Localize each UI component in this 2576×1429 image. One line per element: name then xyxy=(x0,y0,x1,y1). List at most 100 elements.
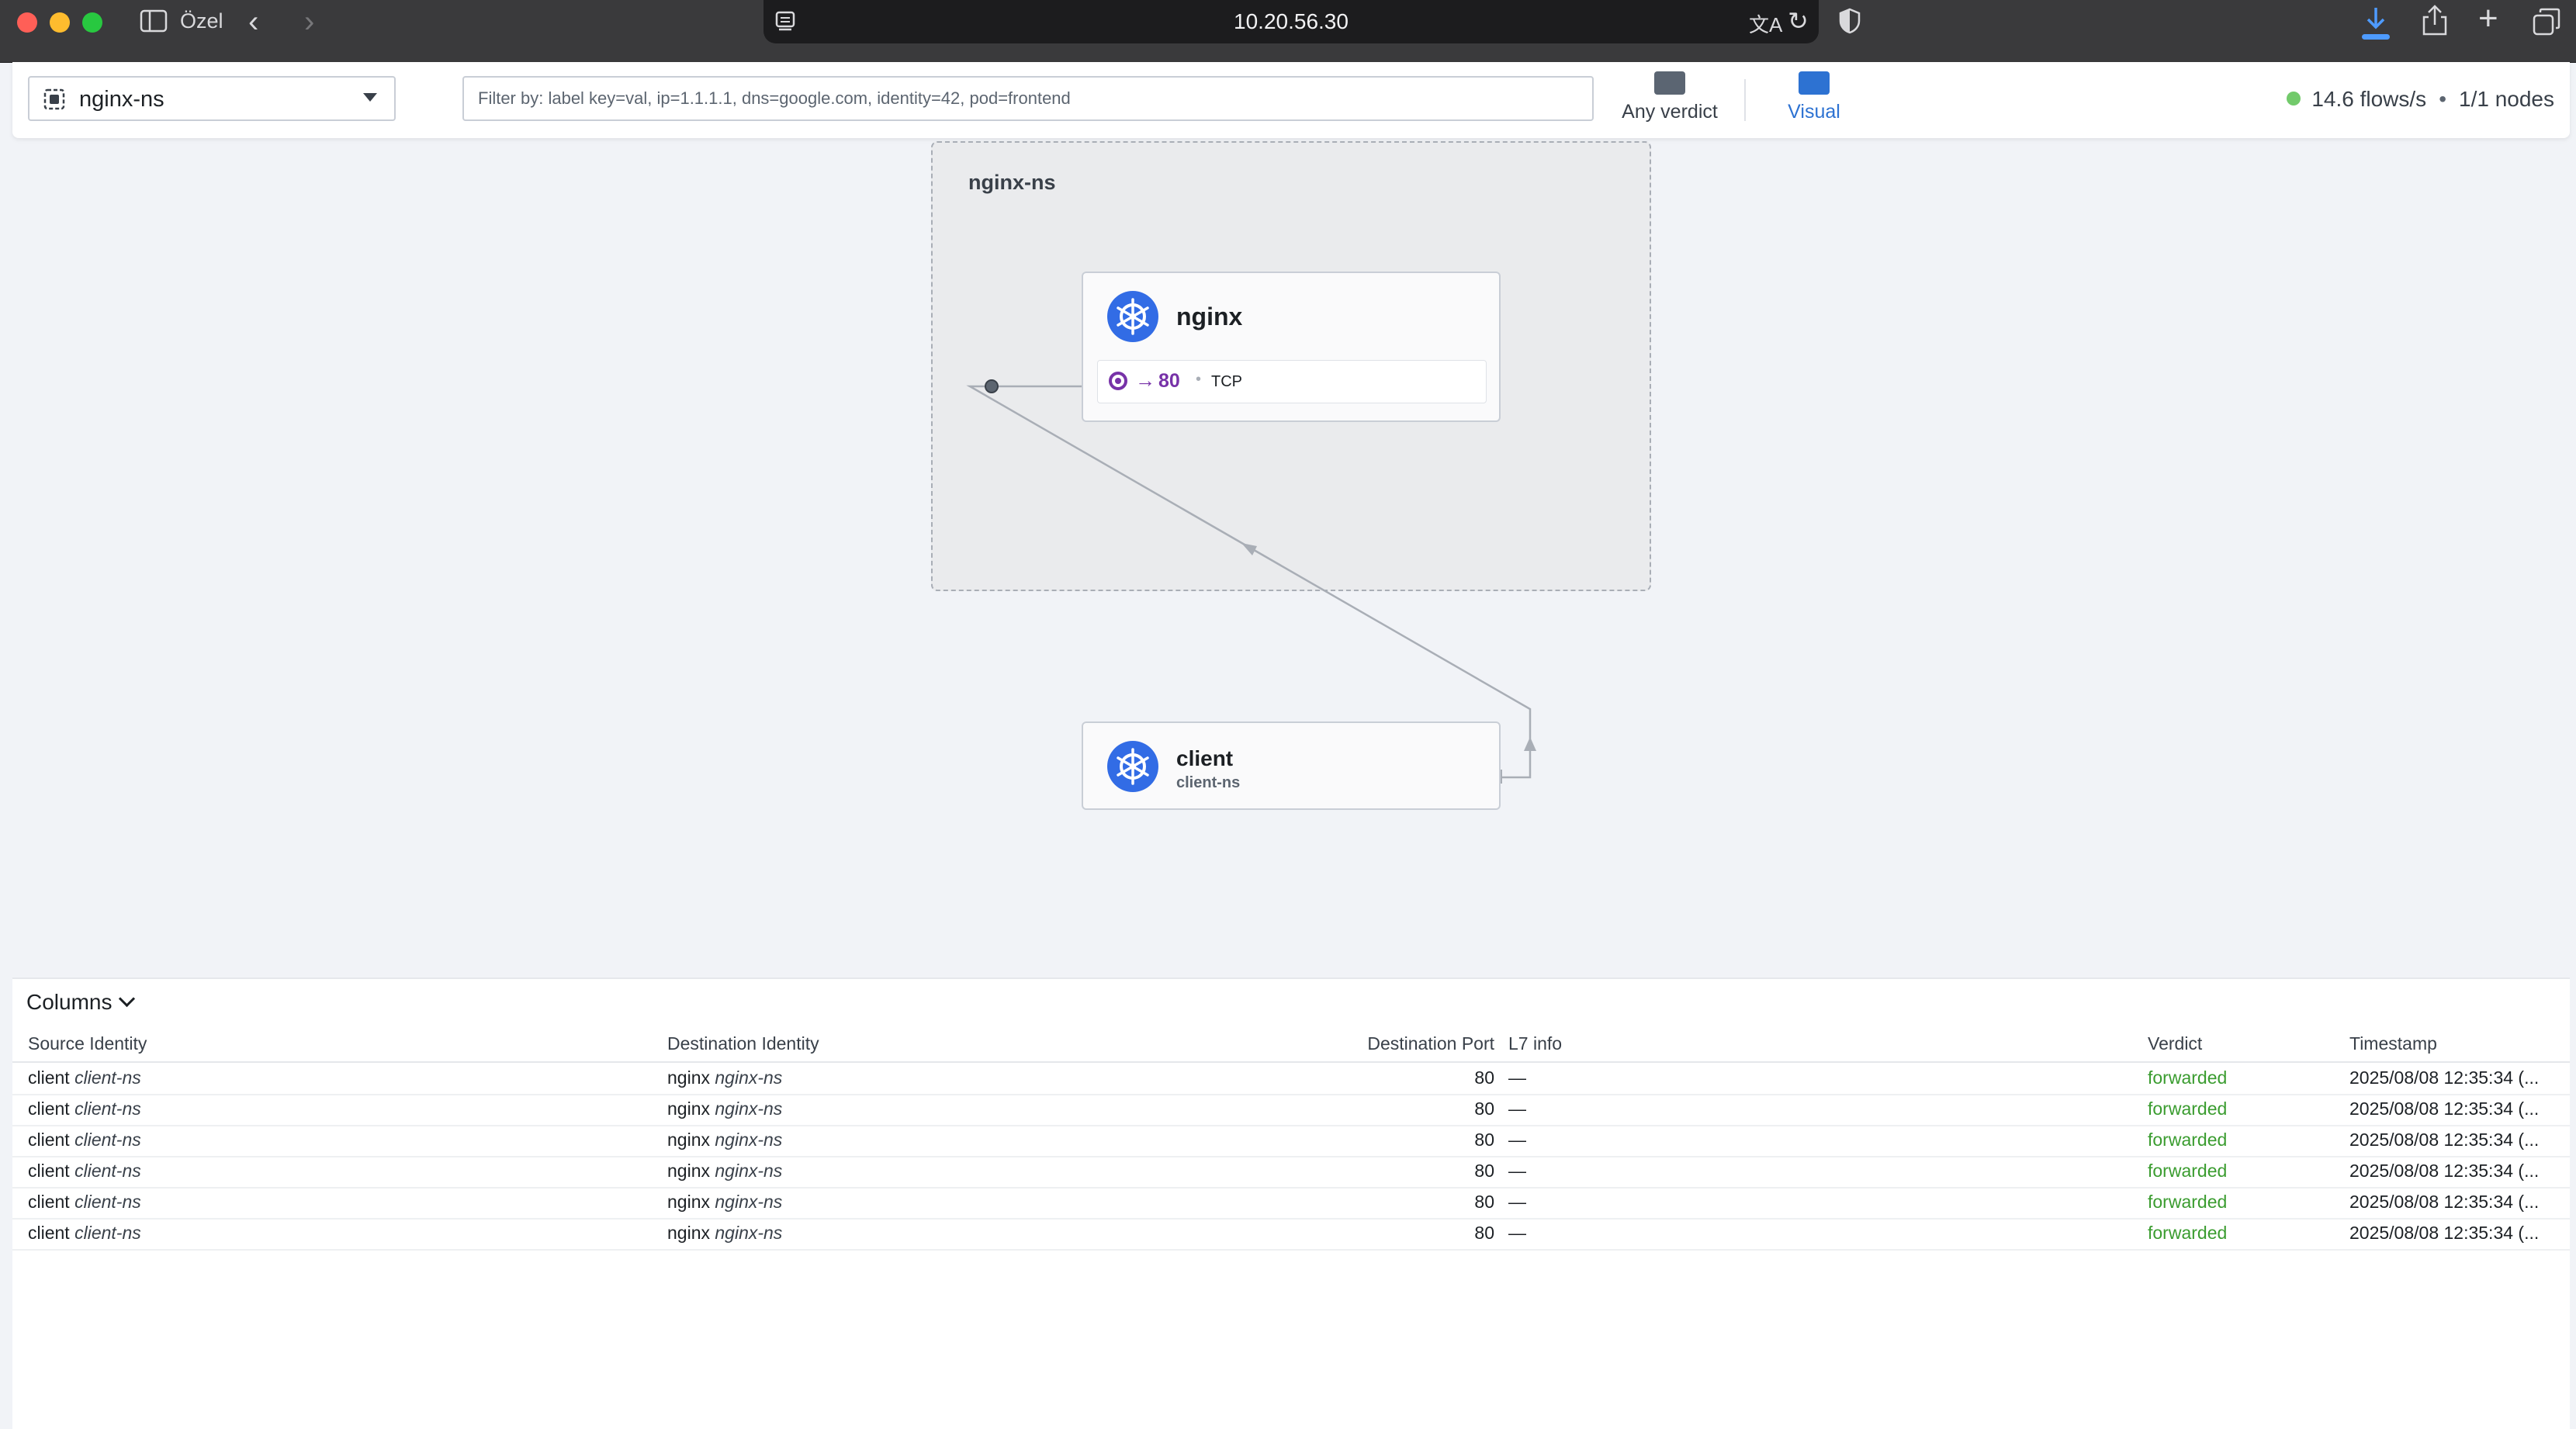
visual-button[interactable]: Visual xyxy=(1763,71,1865,130)
header-verdict[interactable]: Verdict xyxy=(2148,1033,2202,1054)
timestamp-cell: 2025/08/08 12:35:34 (... xyxy=(2349,1130,2540,1150)
client-to-nginx-edge xyxy=(966,385,1532,779)
port-target-icon xyxy=(1109,372,1127,390)
status-dot-icon xyxy=(2287,92,2301,106)
kubernetes-icon xyxy=(1107,291,1158,342)
port-arrow-icon: → xyxy=(1135,368,1155,392)
destination-identity-cell: nginx nginx-ns xyxy=(667,1099,783,1119)
columns-dropdown-button[interactable]: Columns xyxy=(26,990,136,1015)
nginx-title: nginx xyxy=(1176,303,1243,330)
caret-down-icon xyxy=(363,93,377,102)
l7-info-cell: — xyxy=(1508,1223,1526,1243)
l7-info-cell: — xyxy=(1508,1192,1526,1212)
source-identity-cell: client client-ns xyxy=(28,1130,141,1150)
destination-identity-cell: nginx nginx-ns xyxy=(667,1223,783,1243)
back-icon[interactable]: ‹ xyxy=(248,6,258,37)
table-row[interactable]: client client-ns nginx nginx-ns 80 — for… xyxy=(12,1187,2570,1220)
shield-icon[interactable] xyxy=(1839,8,1861,34)
port-protocol: TCP xyxy=(1211,373,1242,390)
table-row[interactable]: client client-ns nginx nginx-ns 80 — for… xyxy=(12,1218,2570,1251)
destination-port-cell: 80 xyxy=(1474,1161,1494,1181)
translate-icon[interactable]: 文A xyxy=(1749,9,1782,38)
share-icon[interactable] xyxy=(2421,5,2449,36)
table-row[interactable]: client client-ns nginx nginx-ns 80 — for… xyxy=(12,1125,2570,1157)
header-destination-port[interactable]: Destination Port xyxy=(1347,1033,1494,1054)
visual-label: Visual xyxy=(1788,101,1840,123)
edge-arrow-up xyxy=(1524,737,1536,751)
tab-overview-icon[interactable] xyxy=(2533,8,2560,36)
nodes-count: 1/1 nodes xyxy=(2459,87,2554,111)
table-row[interactable]: client client-ns nginx nginx-ns 80 — for… xyxy=(12,1094,2570,1126)
edge-junction-dot xyxy=(985,379,999,393)
source-identity-cell: client client-ns xyxy=(28,1067,141,1088)
sidebar-toggle-icon[interactable] xyxy=(140,9,168,33)
browser-chrome: Özel ‹ › 10.20.56.30 文A ↻ + xyxy=(0,0,2576,63)
namespace-select[interactable]: nginx-ns xyxy=(28,76,396,121)
zoom-window-button[interactable] xyxy=(82,12,102,33)
flows-table-panel: Columns Source Identity Destination Iden… xyxy=(12,977,2570,1429)
nginx-port-row[interactable]: → 80 • TCP xyxy=(1097,360,1487,403)
reload-icon[interactable]: ↻ xyxy=(1788,6,1809,36)
filter-input[interactable] xyxy=(462,76,1594,121)
top-toolbar: nginx-ns Any verdict Visual 14.6 flows/s… xyxy=(12,62,2570,138)
header-l7-info[interactable]: L7 info xyxy=(1508,1033,1562,1054)
address-bar[interactable]: 10.20.56.30 文A ↻ xyxy=(763,0,1819,43)
header-timestamp[interactable]: Timestamp xyxy=(2349,1033,2437,1054)
flows-rate: 14.6 flows/s xyxy=(2311,87,2427,111)
verdict-icon xyxy=(1654,71,1685,95)
namespace-value: nginx-ns xyxy=(79,87,164,112)
destination-identity-cell: nginx nginx-ns xyxy=(667,1161,783,1181)
verdict-filter-button[interactable]: Any verdict xyxy=(1608,71,1732,130)
flow-edges xyxy=(966,379,1536,784)
destination-port-cell: 80 xyxy=(1474,1099,1494,1119)
chevron-down-icon xyxy=(119,990,136,1008)
verdict-cell: forwarded xyxy=(2148,1099,2228,1119)
destination-port-cell: 80 xyxy=(1474,1130,1494,1150)
l7-info-cell: — xyxy=(1508,1161,1526,1181)
header-destination-identity[interactable]: Destination Identity xyxy=(667,1033,819,1054)
profile-label[interactable]: Özel xyxy=(180,9,223,33)
source-identity-cell: client client-ns xyxy=(28,1192,141,1212)
source-identity-cell: client client-ns xyxy=(28,1099,141,1119)
verdict-cell: forwarded xyxy=(2148,1130,2228,1150)
verdict-filter-label: Any verdict xyxy=(1622,101,1718,123)
port-bullet: • xyxy=(1196,371,1202,388)
forward-icon[interactable]: › xyxy=(304,6,314,37)
timestamp-cell: 2025/08/08 12:35:34 (... xyxy=(2349,1223,2540,1243)
toolbar-divider xyxy=(1744,79,1746,121)
service-map[interactable]: nginx-ns nginx → 80 • TCP client client-… xyxy=(0,138,2576,977)
edge-arrow-mid xyxy=(1241,543,1257,555)
table-row[interactable]: client client-ns nginx nginx-ns 80 — for… xyxy=(12,1063,2570,1095)
verdict-cell: forwarded xyxy=(2148,1067,2228,1088)
kubernetes-icon xyxy=(1107,741,1158,792)
namespace-icon xyxy=(43,88,65,110)
destination-port-cell: 80 xyxy=(1474,1067,1494,1088)
destination-identity-cell: nginx nginx-ns xyxy=(667,1130,783,1150)
client-title: client xyxy=(1176,746,1234,770)
source-identity-cell: client client-ns xyxy=(28,1223,141,1243)
close-window-button[interactable] xyxy=(17,12,37,33)
new-tab-icon[interactable]: + xyxy=(2478,2,2498,36)
minimize-window-button[interactable] xyxy=(50,12,70,33)
destination-port-cell: 80 xyxy=(1474,1192,1494,1212)
downloads-icon[interactable] xyxy=(2360,5,2391,40)
destination-identity-cell: nginx nginx-ns xyxy=(667,1192,783,1212)
stats-indicator: 14.6 flows/s • 1/1 nodes xyxy=(2287,87,2554,112)
stats-separator: • xyxy=(2439,87,2446,111)
port-number: 80 xyxy=(1158,370,1180,392)
destination-identity-cell: nginx nginx-ns xyxy=(667,1067,783,1088)
timestamp-cell: 2025/08/08 12:35:34 (... xyxy=(2349,1192,2540,1212)
l7-info-cell: — xyxy=(1508,1067,1526,1088)
timestamp-cell: 2025/08/08 12:35:34 (... xyxy=(2349,1161,2540,1181)
table-row[interactable]: client client-ns nginx nginx-ns 80 — for… xyxy=(12,1156,2570,1189)
l7-info-cell: — xyxy=(1508,1130,1526,1150)
verdict-cell: forwarded xyxy=(2148,1161,2228,1181)
header-source-identity[interactable]: Source Identity xyxy=(28,1033,147,1054)
nginx-service-card[interactable]: nginx → 80 • TCP xyxy=(1082,272,1501,422)
client-service-card[interactable]: client client-ns xyxy=(1082,721,1501,810)
timestamp-cell: 2025/08/08 12:35:34 (... xyxy=(2349,1067,2540,1088)
url-text: 10.20.56.30 xyxy=(1234,9,1349,33)
timestamp-cell: 2025/08/08 12:35:34 (... xyxy=(2349,1099,2540,1119)
client-namespace: client-ns xyxy=(1176,774,1241,791)
visual-icon xyxy=(1799,71,1830,95)
